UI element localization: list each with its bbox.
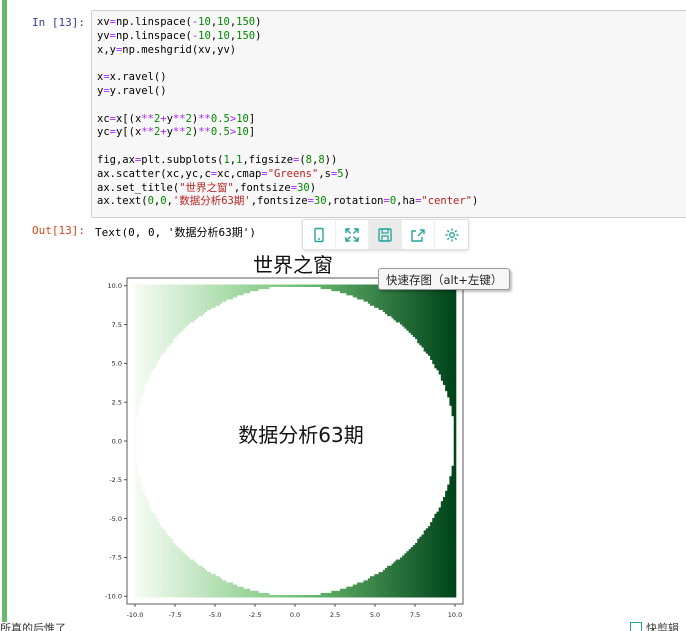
code-line: ax.set_title("世界之窗",fontsize=30) [97, 181, 317, 194]
scatter-point [153, 513, 156, 517]
scatter-point [146, 501, 150, 504]
code-line: y=y.ravel() [97, 84, 167, 97]
code-text[interactable]: xv=np.linspace(-10,10,150) yv=np.linspace… [92, 11, 686, 209]
scatter-point [142, 490, 145, 494]
code-line: ax.text(0,0,'数据分析63期',fontsize=30,rotati… [97, 195, 479, 208]
scatter-point [155, 517, 158, 521]
code-line: yv=np.linspace(-10,10,150) [97, 29, 262, 42]
code-line: x=x.ravel() [97, 71, 167, 84]
scatter-point [163, 530, 167, 533]
code-line: yc=y[(x**2+y**2)**0.5>10] [97, 126, 256, 139]
output-prompt: Out[13]: [32, 224, 85, 237]
scatter-point [140, 484, 143, 488]
code-line: ax.scatter(xc,yc,c=xc,cmap="Greens",s=5) [97, 167, 350, 180]
scatter-point [135, 465, 139, 469]
figure: -10.0 -7.5 -5.0 -2.5 0.0 2.5 5.0 7.5 10.0 10.0 7.5… [97, 250, 477, 626]
scatter-point [170, 538, 173, 542]
output-text: Text(0, 0, '数据分析63期') [95, 226, 256, 239]
code-line: xv=np.linspace(-10,10,150) [97, 16, 262, 28]
notebook-cell[interactable]: In [13]: xv=np.linspace(-10,10,150) yv=np… [2, 0, 686, 622]
code-line: fig,ax=plt.subplots(1,1,figsize=(8,8)) [97, 153, 338, 166]
code-editor[interactable]: xv=np.linspace(-10,10,150) yv=np.linspace… [91, 10, 686, 218]
scatter-point [144, 497, 148, 500]
scatter-point [148, 507, 152, 510]
scatter-point [157, 522, 160, 525]
code-line: x,y=np.meshgrid(xv,yv) [97, 43, 237, 56]
code-line: xc=x[(x**2+y**2)**0.5>10] [97, 112, 256, 125]
scatter-chart: -10.0 -7.5 -5.0 -2.5 0.0 2.5 5.0 7.5 10.010.07.5… [105, 253, 464, 619]
scatter-point [138, 476, 141, 479]
input-prompt: In [13]: [32, 16, 85, 29]
